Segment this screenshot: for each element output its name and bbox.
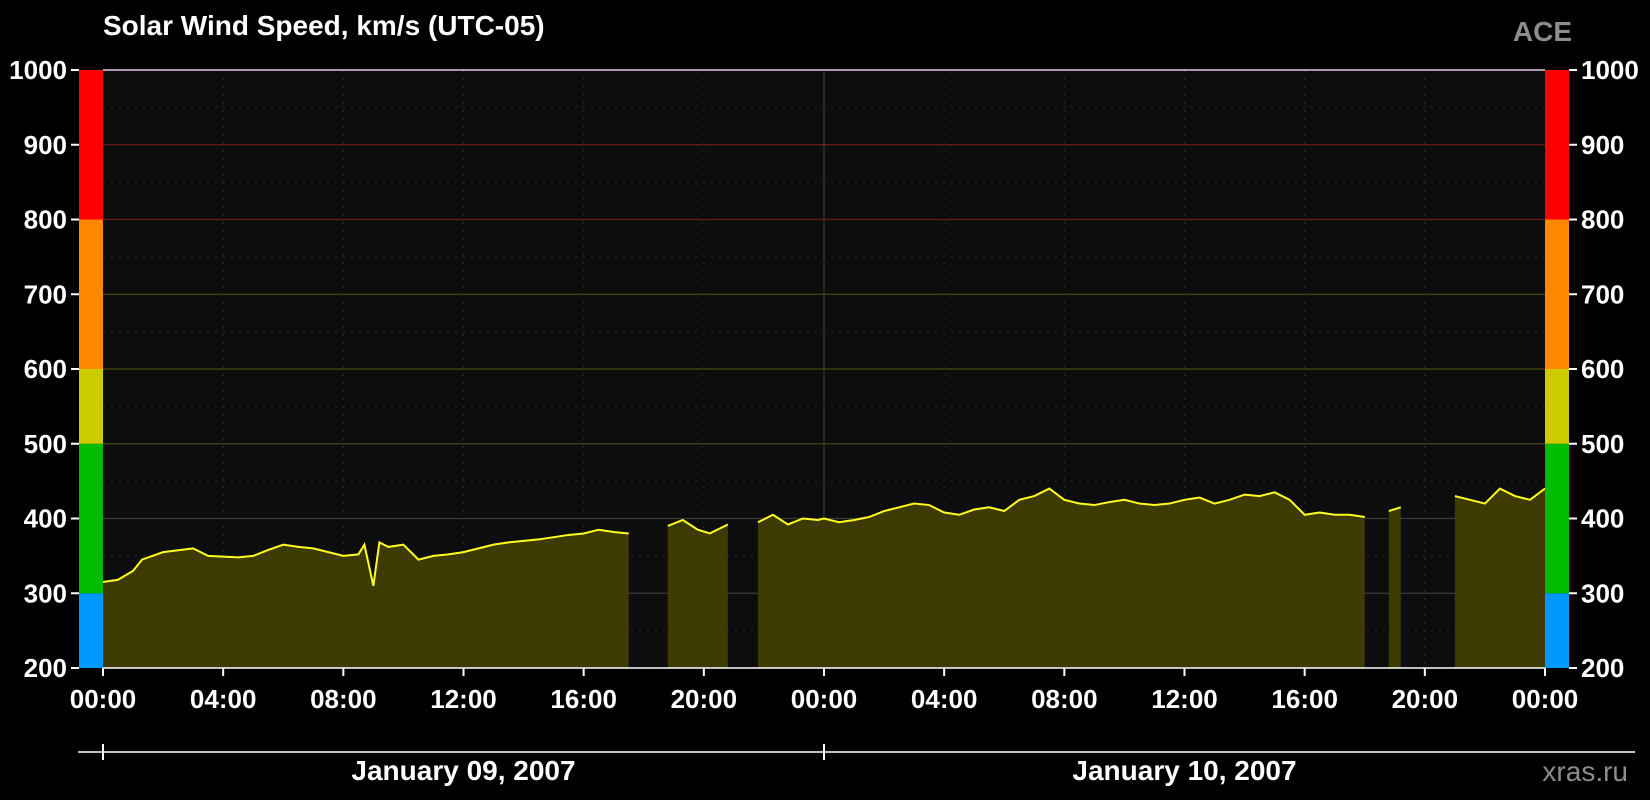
left-y-tick-label: 500 xyxy=(24,429,67,459)
left-threshold-band xyxy=(79,70,103,220)
x-tick-label: 00:00 xyxy=(1512,684,1579,714)
right-y-tick-label: 200 xyxy=(1581,653,1624,683)
speed-area-segment xyxy=(1454,488,1545,668)
speed-area-segment xyxy=(667,519,728,668)
x-tick-label: 12:00 xyxy=(1151,684,1218,714)
x-tick-label: 16:00 xyxy=(1271,684,1338,714)
date-label: January 09, 2007 xyxy=(351,755,575,786)
right-y-tick-label: 300 xyxy=(1581,578,1624,608)
x-tick-label: 12:00 xyxy=(430,684,497,714)
x-tick-label: 04:00 xyxy=(911,684,978,714)
right-y-tick-label: 1000 xyxy=(1581,55,1639,85)
right-threshold-band xyxy=(1545,70,1569,220)
right-threshold-band xyxy=(1545,593,1569,668)
x-tick-label: 20:00 xyxy=(671,684,738,714)
x-tick-label: 08:00 xyxy=(1031,684,1098,714)
left-threshold-band xyxy=(79,443,103,594)
right-y-tick-label: 500 xyxy=(1581,429,1624,459)
right-y-tick-label: 600 xyxy=(1581,354,1624,384)
left-threshold-band xyxy=(79,369,103,444)
right-y-tick-label: 900 xyxy=(1581,130,1624,160)
date-label: January 10, 2007 xyxy=(1072,755,1296,786)
left-threshold-band xyxy=(79,219,103,369)
x-tick-label: 20:00 xyxy=(1392,684,1459,714)
right-y-tick-label: 800 xyxy=(1581,205,1624,235)
x-tick-label: 08:00 xyxy=(310,684,377,714)
x-tick-label: 04:00 xyxy=(190,684,257,714)
x-tick-label: 16:00 xyxy=(550,684,617,714)
left-y-tick-label: 700 xyxy=(24,279,67,309)
left-y-tick-label: 800 xyxy=(24,205,67,235)
right-threshold-band xyxy=(1545,369,1569,444)
speed-area-segment xyxy=(1388,507,1401,668)
left-y-tick-label: 400 xyxy=(24,504,67,534)
left-y-tick-label: 200 xyxy=(24,653,67,683)
x-tick-label: 00:00 xyxy=(70,684,137,714)
right-y-tick-label: 400 xyxy=(1581,504,1624,534)
right-threshold-band xyxy=(1545,219,1569,369)
right-threshold-band xyxy=(1545,443,1569,594)
solar-wind-chart: 200 200 300 300 400 400 500 500 600 600 700 700 800 8… xyxy=(9,55,1639,786)
left-threshold-band xyxy=(79,593,103,668)
left-y-tick-label: 600 xyxy=(24,354,67,384)
left-y-tick-label: 300 xyxy=(24,578,67,608)
left-y-tick-label: 1000 xyxy=(9,55,67,85)
left-y-tick-label: 900 xyxy=(24,130,67,160)
right-y-tick-label: 700 xyxy=(1581,279,1624,309)
x-tick-label: 00:00 xyxy=(791,684,858,714)
